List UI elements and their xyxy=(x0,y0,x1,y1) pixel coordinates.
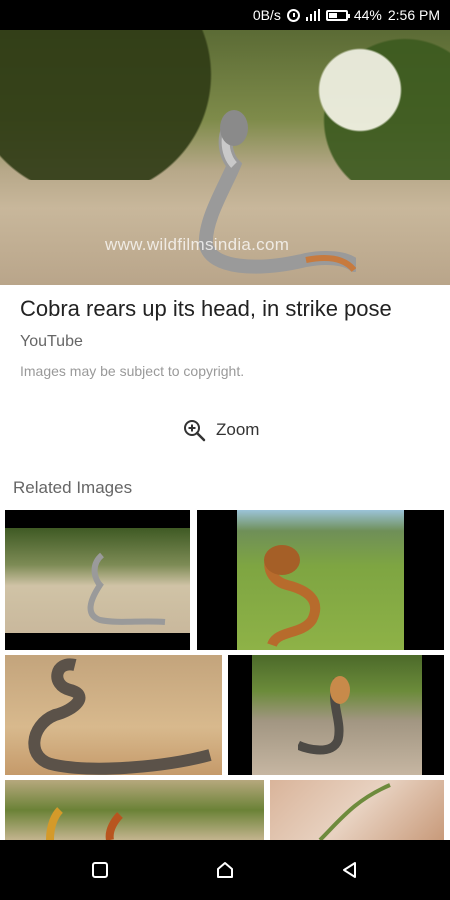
battery-icon xyxy=(325,9,350,21)
net-speed: 0B/s xyxy=(252,7,281,23)
hero-image[interactable]: www.wildfilmsindia.com xyxy=(0,30,450,285)
status-right-group: 0B/s 44% 2:56 PM xyxy=(253,7,440,23)
signal-icon xyxy=(305,9,320,21)
grass-illustration xyxy=(318,783,391,840)
zoom-in-icon xyxy=(184,420,206,442)
home-icon[interactable] xyxy=(215,860,235,880)
zoom-button[interactable]: Zoom xyxy=(182,418,259,442)
cobra-illustration xyxy=(46,807,123,840)
back-icon[interactable] xyxy=(340,860,360,880)
hero-watermark: www.wildfilmsindia.com xyxy=(105,235,290,254)
recent-apps-icon[interactable] xyxy=(90,860,110,880)
image-title[interactable]: Cobra rears up its head, in strike pose xyxy=(20,296,392,322)
cobra-illustration xyxy=(87,552,166,625)
related-image-2[interactable] xyxy=(197,510,444,650)
related-image-3[interactable] xyxy=(5,655,222,775)
navigation-bar xyxy=(0,840,450,900)
battery-percent: 44% xyxy=(353,7,382,23)
related-image-1[interactable] xyxy=(5,510,190,650)
related-image-6[interactable] xyxy=(270,780,444,840)
clock: 2:56 PM xyxy=(387,7,440,23)
zoom-label: Zoom xyxy=(216,420,260,439)
status-bar: 0B/s 44% 2:56 PM xyxy=(0,0,450,30)
image-source[interactable]: YouTube xyxy=(20,333,83,351)
cobra-illustration xyxy=(298,676,350,755)
cobra-illustration xyxy=(264,545,321,648)
related-image-5[interactable] xyxy=(5,780,264,840)
alarm-icon xyxy=(286,8,300,22)
copyright-notice: Images may be subject to copyright. xyxy=(20,363,245,379)
cobra-illustration xyxy=(28,658,212,775)
related-images-heading: Related Images xyxy=(13,478,133,497)
related-image-4[interactable] xyxy=(228,655,444,775)
